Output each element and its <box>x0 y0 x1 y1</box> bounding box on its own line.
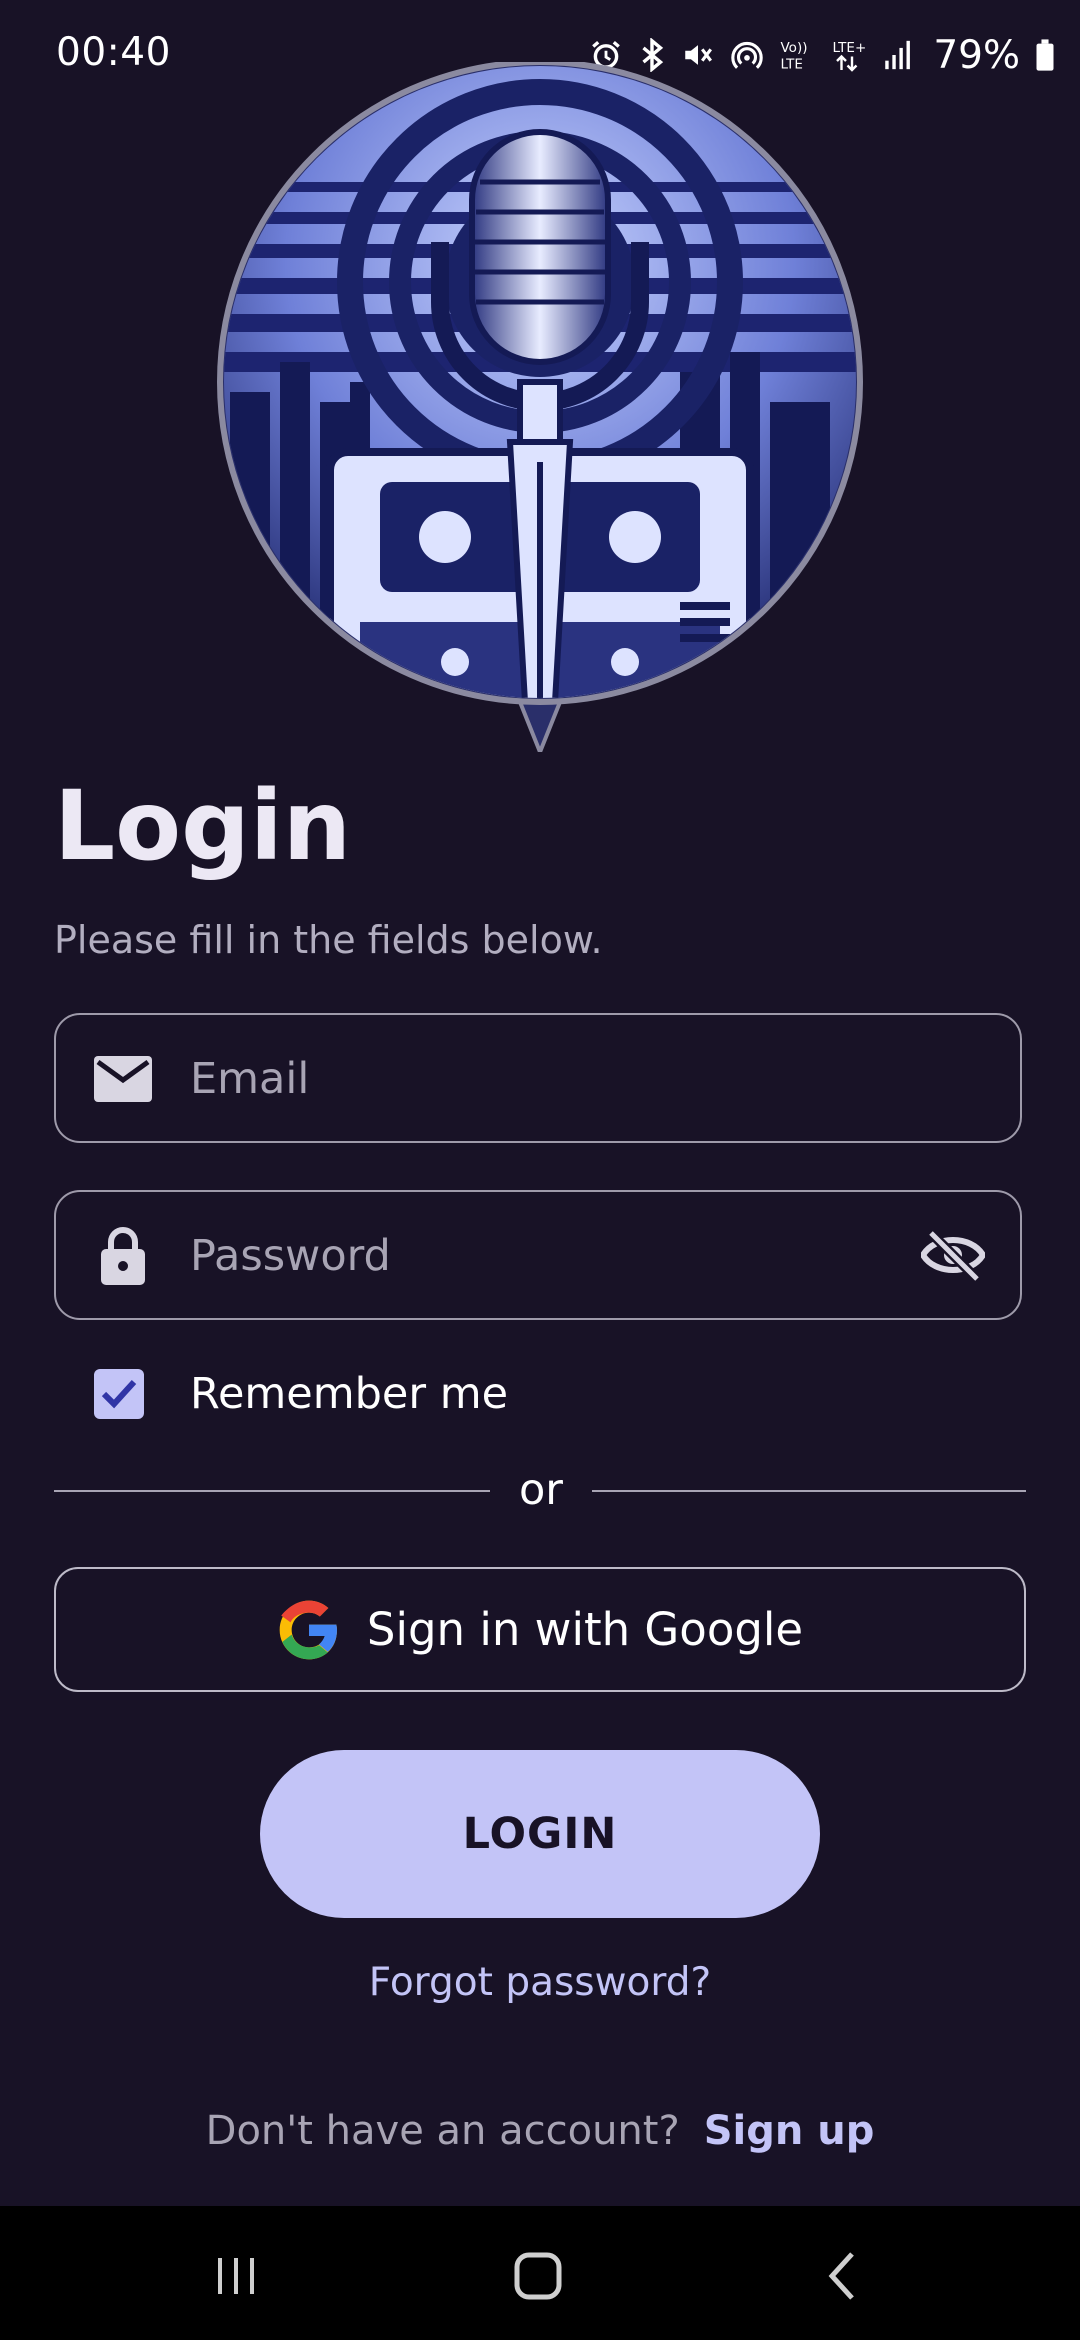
page-title: Login <box>54 770 352 882</box>
svg-text:LTE+: LTE+ <box>833 40 867 56</box>
system-nav-bar <box>0 2206 1080 2340</box>
google-signin-label: Sign in with Google <box>366 1603 804 1656</box>
signup-prompt: Don't have an account? <box>205 2108 680 2154</box>
signup-row: Don't have an account? Sign up <box>0 2108 1080 2154</box>
signup-link[interactable]: Sign up <box>704 2108 875 2154</box>
battery-icon <box>1034 38 1056 72</box>
divider-label: or <box>519 1465 563 1515</box>
password-input[interactable] <box>188 1192 892 1319</box>
divider-line-right <box>592 1490 1026 1492</box>
email-field[interactable] <box>54 1013 1022 1143</box>
lock-icon <box>92 1225 154 1287</box>
login-button[interactable]: LOGIN <box>260 1750 820 1918</box>
svg-text:Vo)): Vo)) <box>781 40 808 56</box>
password-field[interactable] <box>54 1190 1022 1320</box>
google-icon <box>277 1598 341 1662</box>
app-logo <box>210 59 870 758</box>
recents-icon[interactable] <box>196 2236 276 2316</box>
back-icon[interactable] <box>802 2236 882 2316</box>
remember-me-label: Remember me <box>190 1369 509 1419</box>
home-icon[interactable] <box>498 2236 578 2316</box>
mail-icon <box>92 1048 154 1110</box>
eye-off-icon[interactable] <box>920 1224 986 1286</box>
remember-me-checkbox[interactable] <box>94 1369 144 1419</box>
page-subtitle: Please fill in the fields below. <box>54 918 603 962</box>
login-button-label: LOGIN <box>462 1809 618 1859</box>
battery-percent: 79% <box>933 32 1020 78</box>
divider-line-left <box>54 1490 490 1492</box>
remember-me[interactable]: Remember me <box>94 1366 508 1422</box>
google-signin-button[interactable]: Sign in with Google <box>54 1567 1026 1692</box>
email-input[interactable] <box>188 1015 892 1142</box>
signal-icon <box>883 38 913 72</box>
forgot-password-link[interactable]: Forgot password? <box>0 1960 1080 2005</box>
status-time: 00:40 <box>56 30 171 75</box>
